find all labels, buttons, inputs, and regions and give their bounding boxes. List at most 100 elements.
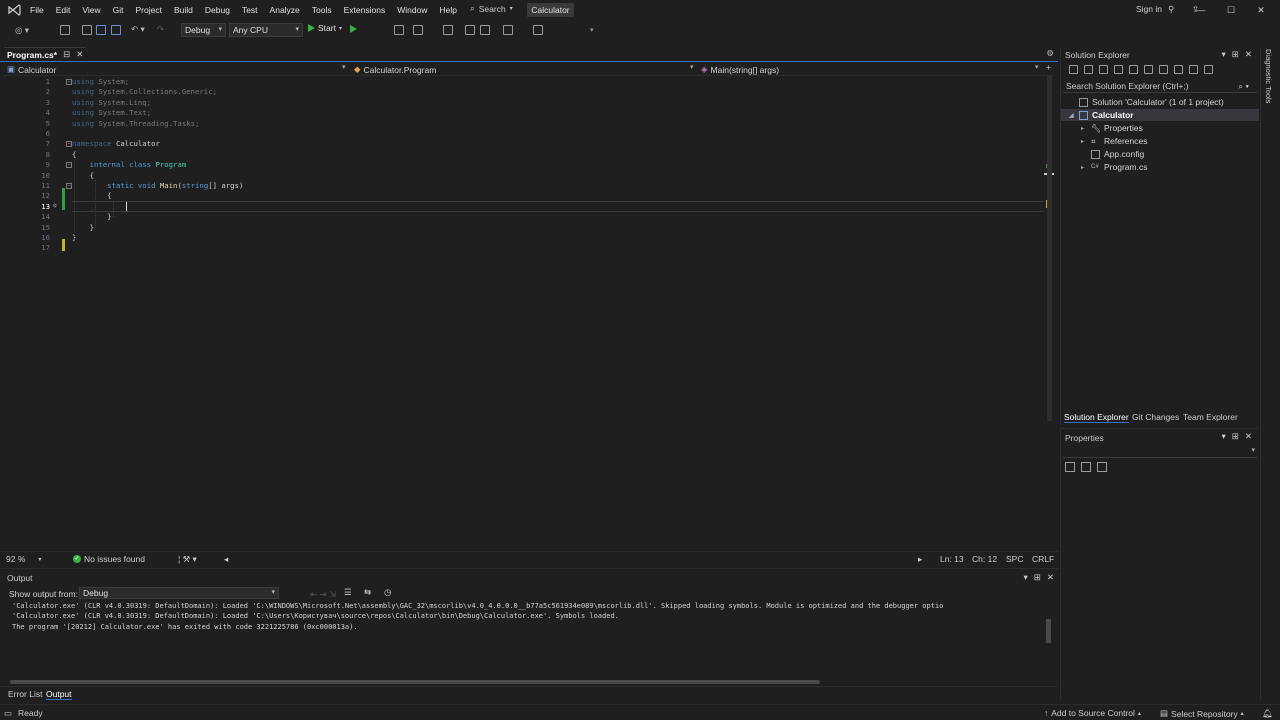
menu-item-edit[interactable]: Edit [56,5,71,15]
scroll-thumb[interactable] [1047,76,1052,421]
toolbar-icon-b[interactable] [413,25,423,35]
code-line[interactable]: } [72,212,111,221]
expand-chevron-icon[interactable]: ▸ [1081,125,1087,132]
bookmark-icon[interactable] [533,25,543,35]
code-line[interactable]: namespace Calculator [72,139,160,148]
class-dropdown[interactable]: ◆ Calculator.Program [354,64,436,75]
code-view-icon[interactable] [1174,65,1183,74]
tab-output[interactable]: Output [46,689,72,700]
pin-icon[interactable]: ⊞ [1232,49,1239,60]
properties-icon[interactable] [1189,65,1198,74]
fold-toggle[interactable]: − [66,141,72,147]
line-ending-indicator[interactable]: CRLF [1032,554,1054,564]
start-without-debugging-icon[interactable] [350,25,357,33]
tree-node-properties[interactable]: ▸ 🔧︎ Properties [1081,122,1143,134]
chevron-down-icon[interactable]: ▾ [690,63,694,71]
close-icon[interactable]: ✕ [76,49,83,60]
close-icon[interactable]: ✕ [1047,572,1054,583]
expand-chevron-icon[interactable]: ▸ [1081,164,1087,171]
fold-toggle[interactable]: − [66,183,72,189]
code-line[interactable]: using System.Linq; [72,98,151,107]
refresh-icon[interactable] [1129,65,1138,74]
code-line[interactable]: { [72,171,94,180]
member-dropdown[interactable]: ◈ Main(string[] args) [701,64,779,75]
notifications-icon[interactable]: 🔔︎ [1262,708,1273,719]
tab-git-changes[interactable]: Git Changes [1132,412,1179,422]
maximize-button[interactable]: ☐ [1216,2,1246,18]
object-selector[interactable]: ▾ [1063,446,1257,458]
menu-item-extensions[interactable]: Extensions [344,5,386,15]
show-all-files-icon[interactable] [1159,65,1168,74]
search-menu[interactable]: ⌕ Search ▾ [470,3,513,14]
collapse-all-icon[interactable] [1144,65,1153,74]
code-line[interactable]: using System; [72,77,129,86]
menu-item-test[interactable]: Test [242,5,258,15]
new-project-icon[interactable] [60,25,70,35]
code-line[interactable]: static void Main(string[] args) [72,181,243,190]
solution-search-input[interactable]: Search Solution Explorer (Ctrl+;) ⌕ ▾ [1063,80,1257,93]
code-line[interactable]: internal class Program [72,160,187,169]
output-horizontal-scrollbar[interactable] [10,680,820,684]
tab-error-list[interactable]: Error List [8,689,42,699]
column-indicator[interactable]: Ch: 12 [972,554,997,564]
property-pages-icon[interactable] [1097,462,1107,472]
quick-action-icon[interactable]: ◍ [53,202,57,209]
configuration-dropdown[interactable]: Debug ▾ [181,23,226,37]
preview-icon[interactable] [1204,65,1213,74]
menu-item-analyze[interactable]: Analyze [270,5,300,15]
output-source-dropdown[interactable]: Debug ▾ [79,587,279,599]
undo-icon[interactable]: ↶ ▾ [131,24,145,35]
minimize-button[interactable]: — [1186,2,1216,18]
menu-item-window[interactable]: Window [397,5,427,15]
code-line[interactable]: { [72,191,111,200]
diagnostic-tools-tab[interactable]: Diagnostic Tools [1264,49,1273,103]
project-dropdown[interactable]: ▣ Calculator [7,64,56,75]
toolbar-overflow-icon[interactable]: ▾ [590,26,594,34]
back-forward-icon[interactable]: ◎ ▾ [15,25,29,36]
categorized-icon[interactable] [1065,462,1075,472]
tab-program-cs[interactable]: Program.cs* ⊟ ✕ [4,47,87,61]
code-line[interactable]: using System.Text; [72,108,151,117]
split-add-icon[interactable]: + [1046,62,1051,72]
expand-chevron-icon[interactable]: ◢ [1069,112,1075,119]
menu-item-help[interactable]: Help [439,5,456,15]
brush-menu[interactable]: ¦ ⚒ ▾ [178,554,197,565]
code-line[interactable]: } [72,223,94,232]
scroll-right-icon[interactable]: ▸ [918,554,922,565]
toolbar-icon-a[interactable] [394,25,404,35]
tab-team-explorer[interactable]: Team Explorer [1183,412,1238,422]
output-text[interactable]: 'Calculator.exe' (CLR v4.0.30319: Defaul… [12,601,1044,632]
menu-item-tools[interactable]: Tools [312,5,332,15]
code-line[interactable]: using System.Threading.Tasks; [72,119,199,128]
window-position-icon[interactable]: ▾ [1221,49,1225,60]
clear-all-icon[interactable]: ☰ [344,587,352,598]
editor-vertical-scrollbar[interactable] [1044,76,1056,548]
sign-in-link[interactable]: Sign in [1136,4,1162,14]
save-icon[interactable] [96,25,106,35]
close-icon[interactable]: ✕ [1245,431,1252,442]
home-icon[interactable] [1069,65,1078,74]
tree-node-solution[interactable]: Solution 'Calculator' (1 of 1 project) [1069,96,1224,108]
menu-item-build[interactable]: Build [174,5,193,15]
save-all-icon[interactable] [111,25,121,35]
scroll-left-icon[interactable]: ◂ [224,554,228,565]
fold-toggle[interactable]: − [66,79,72,85]
tree-node-references[interactable]: ▸ ⌗ References [1081,135,1147,147]
select-repository[interactable]: ▤ Select Repository ▴ [1160,708,1244,719]
close-window-button[interactable]: ✕ [1246,2,1276,18]
pin-icon[interactable]: ⊟ [63,49,70,60]
chevron-down-icon[interactable]: ▾ [1035,63,1039,71]
line-indicator[interactable]: Ln: 13 [940,554,964,564]
fold-toggle[interactable]: − [66,162,72,168]
tab-solution-explorer[interactable]: Solution Explorer [1064,412,1129,423]
clock-icon[interactable]: ◷ [384,587,391,598]
chevron-down-icon[interactable]: ▾ [342,63,346,71]
start-button[interactable]: Start ▾ [308,23,342,33]
menu-item-view[interactable]: View [82,5,100,15]
redo-icon[interactable]: ↷ [157,24,164,35]
menu-item-git[interactable]: Git [113,5,124,15]
pin-icon[interactable]: ⊞ [1232,431,1239,442]
alphabetical-icon[interactable] [1081,462,1091,472]
output-vertical-scrollbar[interactable] [1046,619,1051,643]
tree-node-project[interactable]: ◢ Calculator [1061,109,1259,121]
